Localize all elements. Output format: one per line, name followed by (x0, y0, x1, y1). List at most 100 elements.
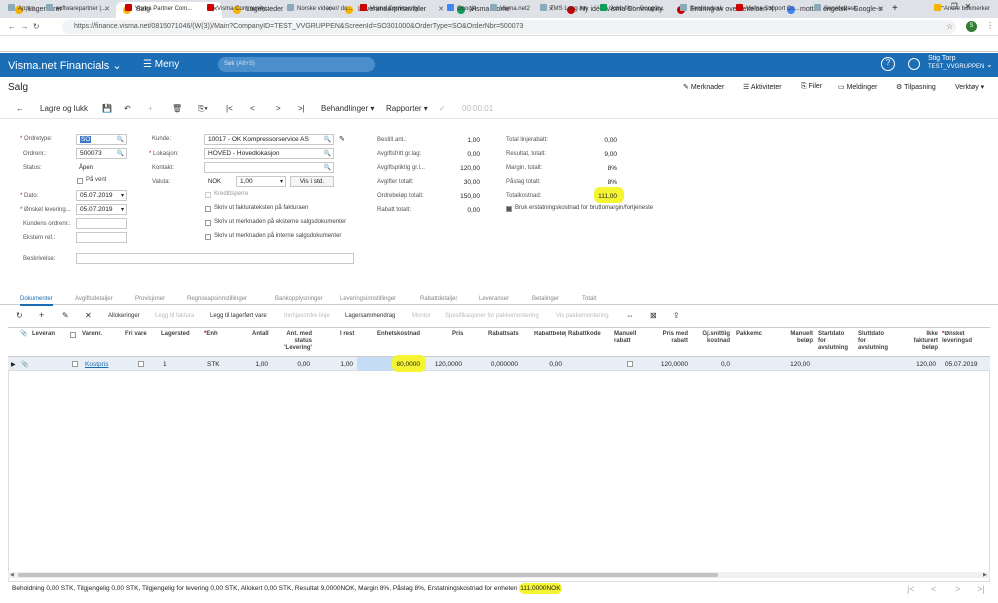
ordertype-input[interactable]: SO 🔍 (76, 134, 127, 145)
cell[interactable]: 120,00 (780, 361, 810, 368)
po-line-button[interactable]: Innhjasordre linje (284, 313, 330, 319)
chevron-down-icon[interactable]: ⌄ (986, 60, 993, 69)
on-hold-checkbox[interactable] (77, 178, 83, 184)
col-header[interactable]: Enhetskostnad (377, 331, 420, 338)
tab-discount-details[interactable]: Rabattdetaljer (420, 296, 457, 302)
view-kit-button[interactable]: Vis pakkemontering (556, 313, 609, 319)
tab-delivery-settings[interactable]: Leveringsinnstillinger (340, 296, 396, 302)
bookmark[interactable]: Visma Community:... (360, 4, 425, 12)
cell[interactable]: 1,00 (240, 361, 268, 368)
first-record-icon[interactable]: |< (226, 104, 233, 113)
fit-columns-icon[interactable]: ⇔ (626, 311, 634, 320)
contact-input[interactable]: 🔍 (204, 162, 334, 173)
undo-icon[interactable]: ↶ (124, 104, 131, 113)
add-invoice-button[interactable]: Legg til faktura (155, 313, 194, 319)
customer-order-input[interactable] (76, 218, 127, 229)
free-item-checkbox[interactable] (138, 361, 144, 367)
bookmark[interactable]: Jobb filer - Google... (600, 4, 664, 12)
requested-date-input[interactable]: 05.07.2019 ▾ (76, 204, 127, 215)
last-record-icon[interactable]: >| (298, 104, 305, 113)
col-header[interactable]: Startdato for avslutning (818, 331, 850, 352)
first-page-icon[interactable]: |< (907, 584, 915, 594)
rate-input[interactable]: 1,00 ▾ (236, 176, 286, 187)
col-header[interactable]: Ikke fakturert beløp (906, 331, 938, 352)
tab-totals[interactable]: Totalt (582, 296, 596, 302)
tab-shipments[interactable]: Leveranser (479, 296, 509, 302)
col-header[interactable]: Manuell rabatt (614, 331, 642, 345)
unit-cost-cell[interactable]: 80,0000 (380, 361, 421, 368)
view-base-button[interactable]: Vis i std. (290, 176, 334, 187)
cell[interactable]: 0,000000 (484, 361, 518, 368)
search-input[interactable]: Søk (Alt+S) (218, 57, 375, 72)
tab-bank-info[interactable]: Bankopplysninger (275, 296, 323, 302)
col-header[interactable]: Gj.snittlig kostnad (700, 331, 730, 345)
col-header[interactable]: I rest (340, 331, 354, 338)
tab-commissions[interactable]: Provisjoner (135, 296, 165, 302)
bookmark[interactable]: Servicedesk (680, 4, 723, 12)
col-header[interactable]: Ant. med status 'Levering' (280, 331, 312, 352)
col-header[interactable]: Lagersted (161, 331, 190, 338)
new-tab-icon[interactable]: + (892, 3, 898, 14)
help-icon[interactable]: ? (881, 57, 895, 71)
cell[interactable]: 120,0000 (652, 361, 688, 368)
bookmark-star-icon[interactable]: ☆ (946, 22, 953, 31)
messages-link[interactable]: ▭ Meldinger (838, 83, 877, 91)
cell[interactable]: 120,0000 (428, 361, 462, 368)
external-ref-input[interactable] (76, 232, 127, 243)
col-header[interactable]: Rabattsats (488, 331, 519, 338)
row-selector-icon[interactable]: ▶ (11, 361, 16, 368)
print-note-external-checkbox[interactable] (205, 220, 211, 226)
bookmark[interactable]: Google (447, 4, 476, 12)
col-header[interactable]: Sluttdato for avslutning (858, 331, 890, 352)
bookmark[interactable]: Visma Support Co... (736, 4, 800, 12)
bookmark[interactable]: Visma Partner Com... (125, 4, 192, 12)
cell[interactable]: 0,00 (280, 361, 310, 368)
customize-link[interactable]: ⚙ Tilpasning (896, 83, 936, 91)
tab-payments[interactable]: Betalinger (532, 296, 559, 302)
bookmark[interactable]: Visma.net2 (490, 4, 530, 12)
url-input[interactable]: https://finance.visma.net/0815071046/(W(… (62, 20, 956, 34)
refresh-icon[interactable]: ↻ (16, 311, 23, 320)
customer-input[interactable]: 10017 - OK Kompressorservice AS 🔍 (204, 134, 334, 145)
back-arrow-icon[interactable]: ← (16, 104, 24, 113)
edit-row-icon[interactable]: ✎ (62, 311, 69, 320)
user-avatar-icon[interactable] (908, 58, 920, 70)
cell[interactable]: 1,00 (325, 361, 353, 368)
previous-record-icon[interactable]: < (250, 104, 255, 113)
files-link[interactable]: ⎘ Filer (801, 83, 822, 91)
tab-documents[interactable]: Dokumenter (20, 296, 53, 306)
delete-row-icon[interactable]: ✕ (85, 311, 92, 320)
col-header[interactable]: Rabattbeløp (534, 331, 566, 338)
profile-avatar[interactable]: S (966, 21, 977, 32)
add-icon[interactable]: + (148, 104, 153, 113)
cell[interactable]: 0,0 (700, 361, 730, 368)
next-record-icon[interactable]: > (276, 104, 281, 113)
col-header[interactable]: *Enh (204, 331, 218, 338)
date-input[interactable]: 05.07.2019 ▾ (76, 190, 127, 201)
cell[interactable]: 120,00 (906, 361, 936, 368)
print-note-internal-checkbox[interactable] (205, 234, 211, 240)
more-menu-icon[interactable]: ⋮ (986, 21, 994, 30)
nav-back-forward-reload-icon[interactable]: ← → ↻ (8, 22, 40, 31)
add-row-icon[interactable]: + (39, 310, 44, 320)
notes-link[interactable]: ✎ Merknader (683, 83, 724, 91)
col-header[interactable]: Rabattkode (568, 331, 601, 338)
close-icon[interactable]: ✕ (878, 5, 884, 13)
upload-icon[interactable]: ⇪ (673, 311, 680, 320)
export-excel-icon[interactable]: ⊠ (650, 311, 657, 320)
scroll-right-icon[interactable]: ▶ (983, 572, 987, 578)
bookmark[interactable]: Apper (8, 4, 34, 12)
col-header[interactable]: Pakkemc (736, 331, 762, 338)
inventory-summary-button[interactable]: Lagersammendrag (345, 313, 395, 319)
user-menu[interactable]: Stig Torp TEST_VVGRUPPEN (928, 55, 984, 71)
tab-accounting-settings[interactable]: Regnskapsinnstillinger (187, 296, 247, 302)
menu-button[interactable]: ☰ Meny (143, 59, 179, 70)
bookmark[interactable]: softwarepartner |... (46, 4, 106, 12)
delete-icon[interactable]: 🗑 (172, 104, 182, 113)
col-header[interactable]: Pris med rabatt (660, 331, 688, 345)
bookmark[interactable]: TMS Logg inn (540, 4, 587, 12)
col-header[interactable]: Pris (452, 331, 463, 338)
actions-dropdown[interactable]: Behandlinger ▾ (321, 104, 374, 113)
col-header[interactable]: Antall (252, 331, 269, 338)
use-replacement-cost-checkbox[interactable] (506, 206, 512, 212)
